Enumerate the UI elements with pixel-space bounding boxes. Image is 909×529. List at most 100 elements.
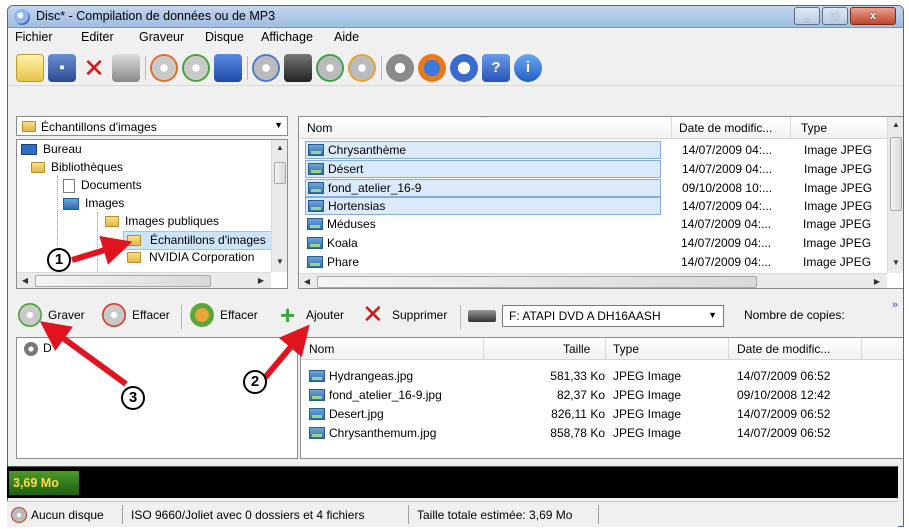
column-nom[interactable]: Nom xyxy=(307,121,332,135)
file-name: Hydrangeas.jpg xyxy=(329,369,414,383)
document-icon xyxy=(63,179,75,193)
drive-select[interactable]: F: ATAPI DVD A DH16AASH ▼ xyxy=(502,305,724,327)
menu-disque[interactable]: Disque xyxy=(205,30,244,44)
column-date[interactable]: Date de modific... xyxy=(679,121,772,135)
burn-image-icon[interactable] xyxy=(214,54,242,82)
search-disc-icon[interactable] xyxy=(450,54,478,82)
menu-editer[interactable]: Editer xyxy=(81,30,114,44)
column-type[interactable]: Type xyxy=(801,121,827,135)
disc-orange-icon[interactable] xyxy=(348,54,376,82)
chevron-down-icon: ▼ xyxy=(708,310,717,320)
disc-tree: D xyxy=(16,337,298,459)
scroll-left-icon[interactable]: ◀ xyxy=(17,273,33,288)
erase-disc-button[interactable]: Effacer xyxy=(132,308,170,322)
window-title: Disc* - Compilation de données ou de MP3 xyxy=(36,9,276,23)
burn-disc-icon[interactable] xyxy=(150,54,178,82)
scroll-up-icon[interactable]: ▲ xyxy=(888,117,903,133)
help-icon[interactable]: ? xyxy=(482,54,510,82)
column-nom[interactable]: Nom xyxy=(309,342,334,356)
burn-icon xyxy=(18,303,42,327)
compilation-row[interactable]: Desert.jpg 826,11 Ko JPEG Image 14/07/2009 … xyxy=(307,406,867,424)
toolbar-separator xyxy=(381,56,382,80)
menu-graveur[interactable]: Graveur xyxy=(139,30,184,44)
compilation-row[interactable]: fond_atelier_16-9.jpg 82,37 Ko JPEG Image 0… xyxy=(307,387,867,405)
image-file-icon xyxy=(309,389,325,401)
print-icon[interactable] xyxy=(112,54,140,82)
file-row[interactable]: Désert 14/07/2009 04:... Image JPEG xyxy=(305,159,872,178)
minimize-button[interactable]: _ xyxy=(794,7,820,25)
erase-button[interactable]: Effacer xyxy=(220,308,258,322)
clear-compilation-icon xyxy=(190,303,214,327)
image-file-icon xyxy=(309,427,325,439)
settings-gear-icon[interactable] xyxy=(386,54,414,82)
scroll-up-icon[interactable]: ▲ xyxy=(272,140,287,156)
remove-button[interactable]: Supprimer xyxy=(392,308,447,322)
file-row[interactable]: Méduses 14/07/2009 04:... Image JPEG xyxy=(305,216,871,234)
file-date: 14/07/2009 06:52 xyxy=(737,369,831,383)
disc-green-icon[interactable] xyxy=(316,54,344,82)
menu-affichage[interactable]: Affichage xyxy=(261,30,313,44)
image-file-icon xyxy=(308,162,324,175)
close-button[interactable]: x xyxy=(850,7,896,25)
add-button[interactable]: Ajouter xyxy=(306,308,344,322)
copy-disc-icon[interactable] xyxy=(252,54,280,82)
folder-select-value: Échantillons d'images xyxy=(41,120,157,134)
column-type[interactable]: Type xyxy=(613,342,639,356)
maximize-button[interactable]: □ xyxy=(822,7,848,25)
scroll-thumb[interactable] xyxy=(274,162,286,184)
browser-icon[interactable] xyxy=(418,54,446,82)
file-type: Image JPEG xyxy=(804,199,873,214)
disc-check-icon[interactable] xyxy=(182,54,210,82)
file-row[interactable]: fond_atelier_16-9 09/10/2008 10:... Image … xyxy=(305,178,872,197)
toolbar-separator xyxy=(247,56,248,80)
column-date[interactable]: Date de modific... xyxy=(737,342,830,356)
chevron-down-icon: ▼ xyxy=(274,120,283,130)
eject-icon[interactable] xyxy=(284,54,312,82)
menu-fichier[interactable]: Fichier xyxy=(15,30,53,44)
scroll-thumb[interactable] xyxy=(890,137,902,211)
file-name: Hortensias xyxy=(328,199,386,214)
file-date: 14/07/2009 04:... xyxy=(681,236,772,250)
scroll-thumb[interactable] xyxy=(317,276,757,288)
disc-root-label[interactable]: D xyxy=(43,341,52,355)
menu-bar: Fichier Editer Graveur Disque Affichage … xyxy=(8,28,903,47)
tree-vertical-scrollbar[interactable]: ▲ ▼ xyxy=(271,140,287,272)
file-row[interactable]: Chrysanthème 14/07/2009 04:... Image JPEG xyxy=(305,141,872,159)
save-icon[interactable]: ▪ xyxy=(48,54,76,82)
info-icon[interactable]: i xyxy=(514,54,542,82)
scroll-down-icon[interactable]: ▼ xyxy=(272,254,287,270)
compilation-row[interactable]: Chrysanthemum.jpg 858,78 Ko JPEG Image 14/0… xyxy=(307,425,867,443)
file-name: Chrysanthème xyxy=(328,143,407,157)
column-taille[interactable]: Taille xyxy=(563,342,590,356)
folder-icon xyxy=(105,216,119,227)
scroll-down-icon[interactable]: ▼ xyxy=(888,255,903,271)
file-type: JPEG Image xyxy=(613,407,682,421)
callout-3: 3 xyxy=(121,386,145,410)
image-file-icon xyxy=(307,218,323,231)
status-disc: Aucun disque xyxy=(31,508,104,522)
sort-ascending-icon: ⌃ xyxy=(479,116,487,124)
file-name: Méduses xyxy=(327,217,376,232)
compilation-row[interactable]: Hydrangeas.jpg 581,33 Ko JPEG Image 14/07/2… xyxy=(307,368,867,386)
menu-aide[interactable]: Aide xyxy=(334,30,359,44)
capacity-value: 3,69 Mo xyxy=(13,476,59,490)
scroll-thumb[interactable] xyxy=(35,275,211,287)
scroll-left-icon[interactable]: ◀ xyxy=(299,274,315,288)
title-bar: Disc* - Compilation de données ou de MP3… xyxy=(8,6,903,28)
burn-button[interactable]: Graver xyxy=(48,308,85,322)
tree-horizontal-scrollbar[interactable]: ◀ ▶ xyxy=(17,272,271,288)
file-row[interactable]: Koala 14/07/2009 04:... Image JPEG xyxy=(305,235,871,253)
new-compilation-icon[interactable] xyxy=(16,54,44,82)
file-row[interactable]: Hortensias 14/07/2009 04:... Image JPEG xyxy=(305,197,872,216)
delete-icon[interactable]: ✕ xyxy=(80,54,108,82)
scroll-right-icon[interactable]: ▶ xyxy=(253,273,269,288)
file-row[interactable]: Phare 14/07/2009 04:... Image JPEG xyxy=(305,254,871,272)
toolbar-overflow[interactable]: » xyxy=(892,299,898,311)
tree-item-echantillons[interactable]: Échantillons d'images xyxy=(123,231,273,250)
file-list-vertical-scrollbar[interactable]: ▲ ▼ xyxy=(887,117,903,273)
file-list-horizontal-scrollbar[interactable]: ◀ ▶ xyxy=(299,273,887,288)
file-name: Désert xyxy=(328,161,364,176)
status-bar: Aucun disque ISO 9660/Joliet avec 0 doss… xyxy=(7,501,898,527)
scroll-right-icon[interactable]: ▶ xyxy=(869,274,885,288)
folder-select[interactable]: Échantillons d'images ▼ xyxy=(16,116,288,136)
